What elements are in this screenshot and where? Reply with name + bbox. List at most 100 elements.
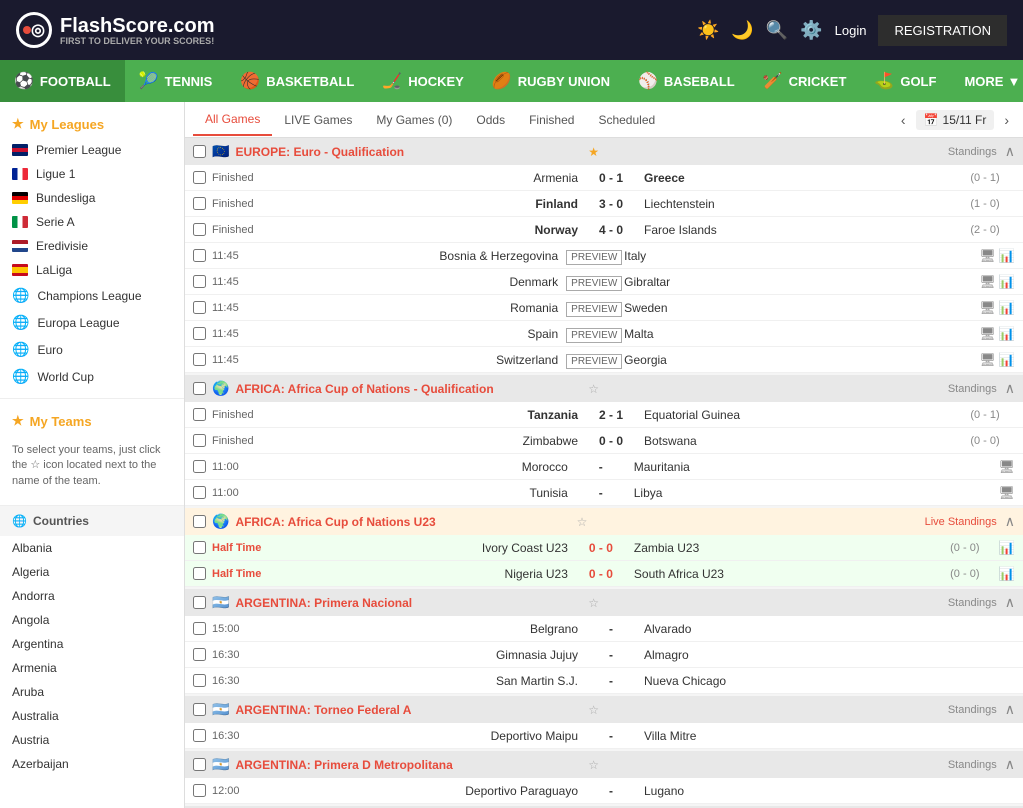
match-checkbox[interactable] xyxy=(193,674,206,687)
fav-star-arg-federal[interactable]: ☆ xyxy=(588,703,599,717)
league-checkbox[interactable] xyxy=(193,596,206,609)
tab-live-games[interactable]: LIVE Games xyxy=(272,105,364,135)
logo[interactable]: ◎ FlashScore.com FIRST TO DELIVER YOUR S… xyxy=(16,12,215,48)
standings-link-arg-primera-d[interactable]: Standings xyxy=(948,759,997,771)
collapse-arg-primera-d[interactable]: ∧ xyxy=(1005,756,1015,773)
sidebar-item-laliga[interactable]: LaLiga xyxy=(0,258,184,282)
sidebar-item-champions-league[interactable]: 🌐 Champions League xyxy=(0,282,184,309)
match-checkbox[interactable] xyxy=(193,541,206,554)
standings-link-afcon-qual[interactable]: Standings xyxy=(948,383,997,395)
match-checkbox[interactable] xyxy=(193,301,206,314)
match-checkbox[interactable] xyxy=(193,784,206,797)
league-label: World Cup xyxy=(37,370,93,384)
league-checkbox[interactable] xyxy=(193,145,206,158)
login-button[interactable]: Login xyxy=(835,23,867,38)
nav-tennis[interactable]: 🎾 TENNIS xyxy=(125,60,227,102)
match-score: 0 - 0 xyxy=(576,567,626,581)
match-checkbox[interactable] xyxy=(193,353,206,366)
nav-hockey[interactable]: 🏒 HOCKEY xyxy=(368,60,478,102)
theme-toggle-light[interactable]: ☀️ xyxy=(697,20,719,41)
match-checkbox[interactable] xyxy=(193,171,206,184)
fav-star-euro-qual[interactable]: ★ xyxy=(588,145,599,159)
live-standings-link-afcon-u23[interactable]: Live Standings xyxy=(925,516,997,528)
country-algeria[interactable]: Algeria xyxy=(0,560,184,584)
next-date-button[interactable]: › xyxy=(998,110,1015,130)
sidebar-item-bundesliga[interactable]: Bundesliga xyxy=(0,186,184,210)
collapse-afcon-qual[interactable]: ∧ xyxy=(1005,380,1015,397)
nav-football[interactable]: ⚽ FOOTBALL xyxy=(0,60,125,102)
country-andorra[interactable]: Andorra xyxy=(0,584,184,608)
match-checkbox[interactable] xyxy=(193,327,206,340)
match-checkbox[interactable] xyxy=(193,197,206,210)
match-checkbox[interactable] xyxy=(193,648,206,661)
match-checkbox[interactable] xyxy=(193,275,206,288)
nav-more[interactable]: MORE ▼ xyxy=(950,74,1023,89)
league-header-afcon-qual[interactable]: 🌍 AFRICA: Africa Cup of Nations - Qualif… xyxy=(185,375,1023,402)
collapse-arg-federal[interactable]: ∧ xyxy=(1005,701,1015,718)
sidebar-item-euro[interactable]: 🌐 Euro xyxy=(0,336,184,363)
theme-toggle-dark[interactable]: 🌙 xyxy=(731,20,753,41)
fav-star-afcon-u23[interactable]: ☆ xyxy=(577,515,588,529)
league-checkbox[interactable] xyxy=(193,758,206,771)
settings-button[interactable]: ⚙️ xyxy=(800,20,822,41)
collapse-afcon-u23[interactable]: ∧ xyxy=(1005,513,1015,530)
sidebar-item-premier-league[interactable]: Premier League xyxy=(0,138,184,162)
tab-my-games[interactable]: My Games (0) xyxy=(364,105,464,135)
fav-star-arg-primera-d[interactable]: ☆ xyxy=(588,758,599,772)
match-checkbox[interactable] xyxy=(193,249,206,262)
country-azerbaijan[interactable]: Azerbaijan xyxy=(0,752,184,776)
league-checkbox[interactable] xyxy=(193,515,206,528)
standings-link-arg-primera[interactable]: Standings xyxy=(948,597,997,609)
fav-star-afcon-qual[interactable]: ☆ xyxy=(588,382,599,396)
match-checkbox[interactable] xyxy=(193,486,206,499)
register-button[interactable]: REGISTRATION xyxy=(878,15,1007,46)
prev-date-button[interactable]: ‹ xyxy=(895,110,912,130)
globe-icon: 🌐 xyxy=(12,514,27,528)
tab-odds[interactable]: Odds xyxy=(464,105,517,135)
league-header-afcon-u23[interactable]: 🌍 AFRICA: Africa Cup of Nations U23 ☆ Li… xyxy=(185,508,1023,535)
league-header-euro-qual[interactable]: 🇪🇺 EUROPE: Euro - Qualification ★ Standi… xyxy=(185,138,1023,165)
tab-all-games[interactable]: All Games xyxy=(193,104,272,136)
nav-basketball[interactable]: 🏀 BASKETBALL xyxy=(226,60,368,102)
fav-star-arg-primera[interactable]: ☆ xyxy=(588,596,599,610)
nav-cricket[interactable]: 🏏 CRICKET xyxy=(749,60,861,102)
tab-scheduled[interactable]: Scheduled xyxy=(586,105,667,135)
sidebar-item-serie-a[interactable]: Serie A xyxy=(0,210,184,234)
country-angola[interactable]: Angola xyxy=(0,608,184,632)
nav-baseball[interactable]: ⚾ BASEBALL xyxy=(624,60,749,102)
league-header-arg-primera-d[interactable]: 🇦🇷 ARGENTINA: Primera D Metropolitana ☆ … xyxy=(185,751,1023,778)
search-button[interactable]: 🔍 xyxy=(766,20,788,41)
league-checkbox[interactable] xyxy=(193,703,206,716)
collapse-arg-primera[interactable]: ∧ xyxy=(1005,594,1015,611)
sidebar-item-eredivisie[interactable]: Eredivisie xyxy=(0,234,184,258)
date-display[interactable]: 📅 15/11 Fr xyxy=(916,110,995,130)
collapse-euro-qual[interactable]: ∧ xyxy=(1005,143,1015,160)
nav-rugby[interactable]: 🏉 RUGBY UNION xyxy=(478,60,624,102)
league-checkbox[interactable] xyxy=(193,382,206,395)
league-header-arg-federal[interactable]: 🇦🇷 ARGENTINA: Torneo Federal A ☆ Standin… xyxy=(185,696,1023,723)
match-checkbox[interactable] xyxy=(193,567,206,580)
tab-finished[interactable]: Finished xyxy=(517,105,586,135)
match-checkbox[interactable] xyxy=(193,460,206,473)
country-armenia[interactable]: Armenia xyxy=(0,656,184,680)
nav-golf[interactable]: ⛳ GOLF xyxy=(860,60,950,102)
country-albania[interactable]: Albania xyxy=(0,536,184,560)
standings-link-euro-qual[interactable]: Standings xyxy=(948,146,997,158)
match-checkbox[interactable] xyxy=(193,729,206,742)
match-home: Tunisia xyxy=(267,486,576,500)
country-austria[interactable]: Austria xyxy=(0,728,184,752)
country-argentina[interactable]: Argentina xyxy=(0,632,184,656)
match-time: Finished xyxy=(212,409,267,421)
sidebar-item-europa-league[interactable]: 🌐 Europa League xyxy=(0,309,184,336)
match-checkbox[interactable] xyxy=(193,223,206,236)
league-header-arg-primera[interactable]: 🇦🇷 ARGENTINA: Primera Nacional ☆ Standin… xyxy=(185,589,1023,616)
match-checkbox[interactable] xyxy=(193,434,206,447)
standings-link-arg-federal[interactable]: Standings xyxy=(948,704,997,716)
sidebar-item-world-cup[interactable]: 🌐 World Cup xyxy=(0,363,184,390)
match-checkbox[interactable] xyxy=(193,408,206,421)
sidebar-item-ligue1[interactable]: Ligue 1 xyxy=(0,162,184,186)
country-aruba[interactable]: Aruba xyxy=(0,680,184,704)
match-checkbox[interactable] xyxy=(193,622,206,635)
match-home: Gimnasia Jujuy xyxy=(267,648,586,662)
country-australia[interactable]: Australia xyxy=(0,704,184,728)
